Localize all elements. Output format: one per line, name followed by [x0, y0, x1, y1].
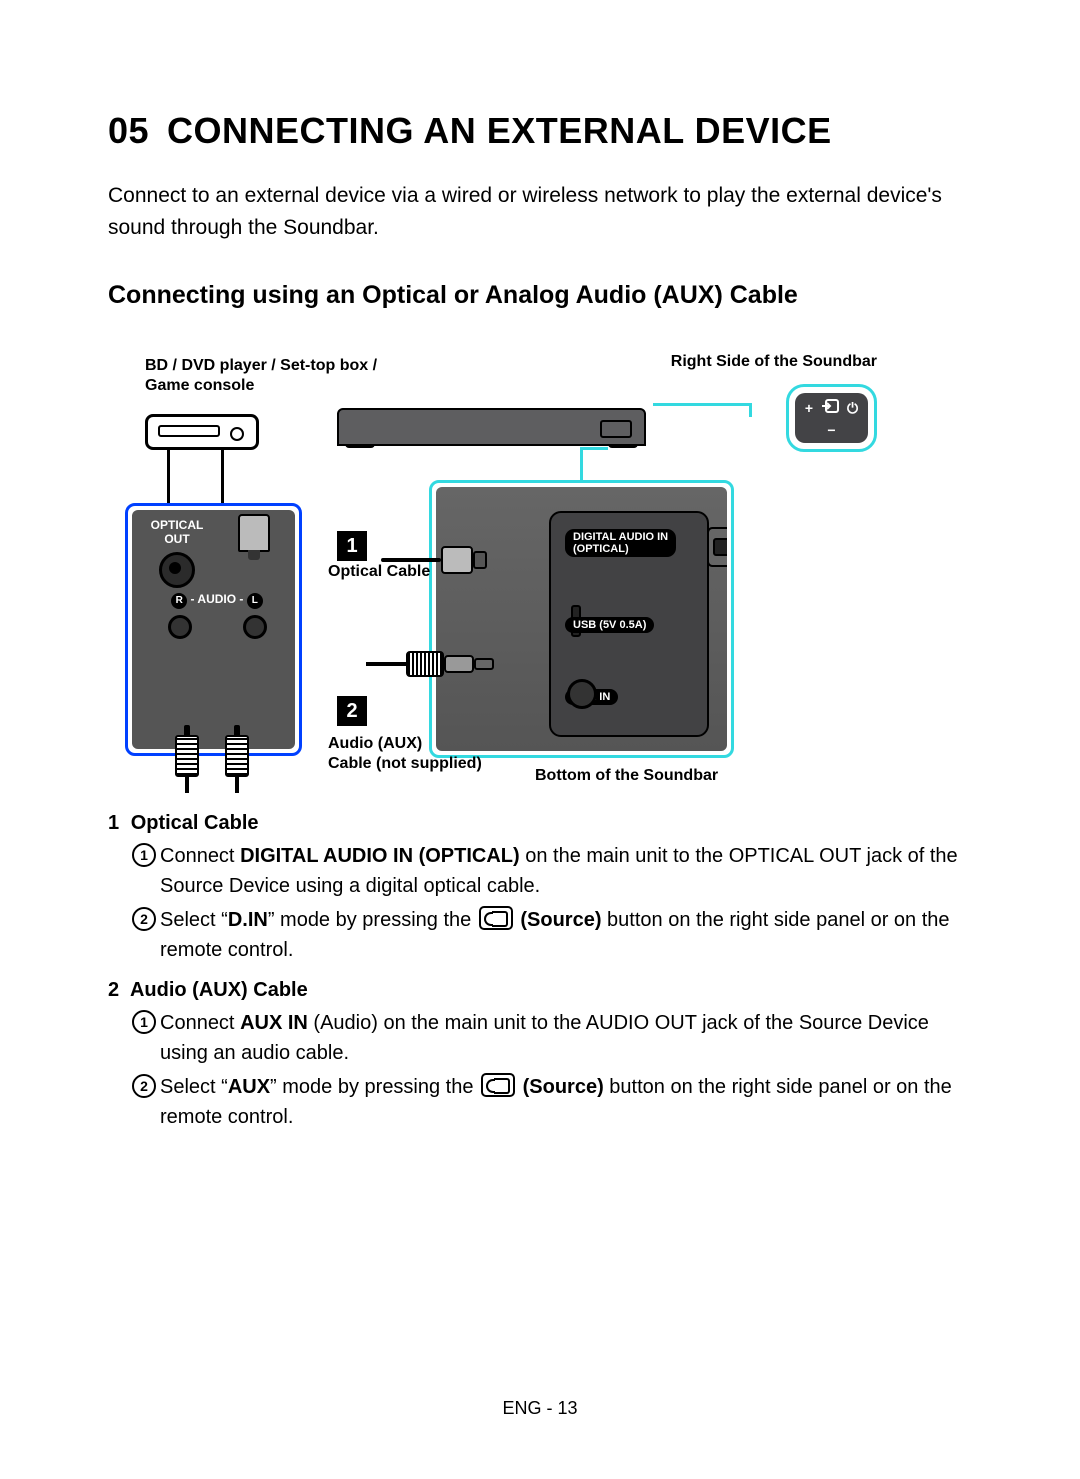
step1-heading: 1 Optical Cable: [108, 812, 972, 835]
page-footer: ENG - 13: [0, 1398, 1080, 1419]
label-optical-out: OPTICAL OUT: [142, 518, 212, 546]
step2-substep1: 1 Connect AUX IN (Audio) on the main uni…: [132, 1008, 972, 1068]
section-number: 05: [108, 110, 149, 151]
label-optical-cable: Optical Cable: [328, 562, 430, 582]
diagram-badge-1: 1: [337, 531, 367, 561]
rca-l-label: L: [247, 593, 263, 609]
label-digital-audio-in: DIGITAL AUDIO IN (OPTICAL): [565, 529, 676, 557]
intro-text: Connect to an external device via a wire…: [108, 180, 972, 243]
optical-plug-icon: [225, 514, 283, 570]
section-title: 05 CONNECTING AN EXTERNAL DEVICE: [108, 110, 972, 152]
source-icon: [821, 399, 839, 418]
subheading: Connecting using an Optical or Analog Au…: [108, 281, 972, 310]
label-bottom-soundbar: Bottom of the Soundbar: [535, 766, 718, 786]
connector-line: [221, 448, 224, 506]
soundbar-bottom-callout: DIGITAL AUDIO IN (OPTICAL) USB (5V 0.5A)…: [429, 480, 734, 758]
power-icon: ⏻: [847, 400, 858, 417]
label-right-side: Right Side of the Soundbar: [671, 352, 877, 372]
optical-out-port-icon: [159, 552, 195, 588]
callout-line: [653, 403, 749, 406]
callout-line: [580, 447, 608, 450]
callout-line: [580, 447, 583, 481]
step1-substep1: 1 Connect DIGITAL AUDIO IN (OPTICAL) on …: [132, 841, 972, 901]
section-title-text: CONNECTING AN EXTERNAL DEVICE: [167, 110, 832, 151]
volume-minus: −: [827, 422, 835, 438]
volume-plus: +: [805, 400, 813, 416]
callout-line: [749, 403, 752, 417]
source-ports-callout: OPTICAL OUT R - AUDIO - L: [125, 503, 302, 756]
soundbar-icon: [337, 408, 646, 446]
rca-jack-icon: [168, 615, 192, 639]
step1-substep2: 2 Select “D.IN” mode by pressing the (So…: [132, 905, 972, 965]
connection-diagram: BD / DVD player / Set-top box / Game con…: [105, 348, 877, 778]
source-button-icon: [479, 906, 513, 930]
diagram-badge-2: 2: [337, 696, 367, 726]
optical-in-jack-icon: [707, 527, 727, 567]
rca-jack-icon: [243, 615, 267, 639]
step2-substep2: 2 Select “AUX” mode by pressing the (Sou…: [132, 1072, 972, 1132]
label-aux-cable: Audio (AUX) Cable (not supplied): [328, 734, 482, 774]
step2-heading: 2 Audio (AUX) Cable: [108, 979, 972, 1002]
rca-r-label: R: [171, 593, 187, 609]
source-button-icon: [481, 1073, 515, 1097]
aux-plug-icon: [366, 651, 494, 677]
rca-plugs-icon: [162, 725, 262, 793]
rca-audio-label: - AUDIO -: [191, 592, 244, 606]
label-source-device: BD / DVD player / Set-top box / Game con…: [145, 356, 405, 396]
aux-in-jack-icon: [567, 679, 607, 707]
source-device-icon: [145, 414, 259, 450]
control-panel-callout: + ⏻ −: [786, 384, 877, 452]
label-usb: USB (5V 0.5A): [565, 617, 654, 633]
connector-line: [167, 448, 170, 506]
